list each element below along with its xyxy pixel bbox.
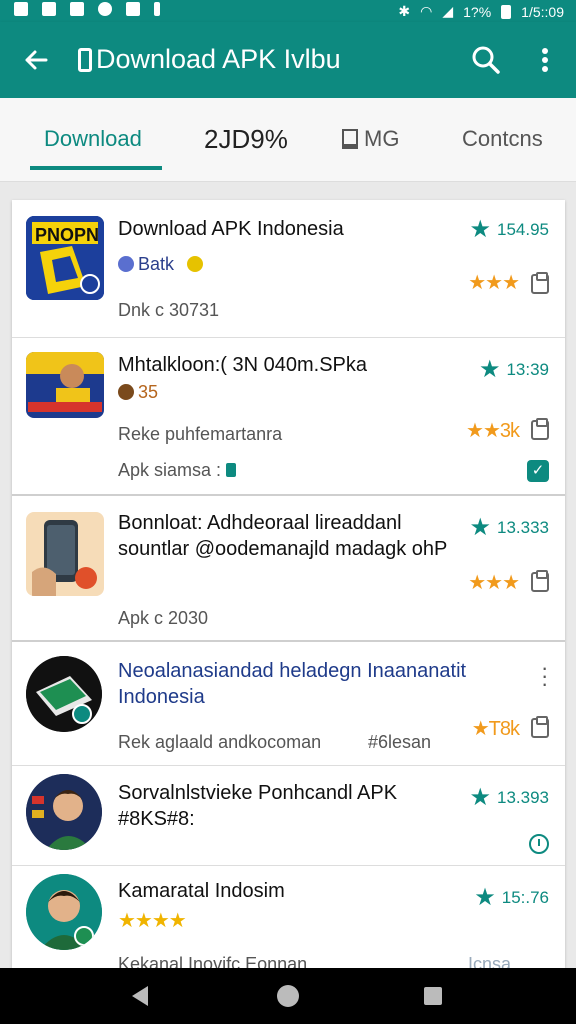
rating-value: 13:39 (506, 360, 549, 379)
app-rating: ★ 13.393 (469, 784, 549, 811)
active-tab-indicator (30, 166, 162, 170)
app-description: Rek aglaald andkocoman (118, 732, 322, 752)
app-rating: ★ 13.333 (469, 514, 549, 541)
app-bar: Download APK Ivlbu (0, 22, 576, 98)
battery-text: 1?% (463, 3, 492, 20)
app-title: Sorvalnlstvieke Ponhcandl APK #8KS#8: (118, 782, 398, 830)
chat-notification-icon (126, 2, 140, 16)
app-meta: Apk siamsa : (118, 460, 237, 481)
status-bar: ✱ ◠ ◢ 1?% 1/5::09 (0, 0, 576, 22)
app-icon (26, 874, 102, 950)
nav-recents-icon[interactable] (424, 987, 442, 1005)
app-icon (26, 656, 102, 732)
clipboard-icon[interactable] (531, 418, 549, 440)
battery-icon (501, 4, 512, 19)
list-item[interactable]: Sorvalnlstvieke Ponhcandl APK #8KS#8: ★ 1… (12, 766, 565, 866)
app-meta-text: Apk siamsa : (118, 460, 222, 480)
signal-icon: ◢ (442, 3, 454, 19)
more-options-icon[interactable] (530, 44, 560, 76)
app-icon (26, 352, 104, 418)
tab-download[interactable]: Download (44, 126, 142, 152)
star-icon: ★ (478, 356, 501, 383)
rating-value: 154.95 (497, 220, 549, 239)
app-description: Reke puhfemartanra (118, 424, 283, 444)
app-rating: ★ 154.95 (469, 216, 549, 243)
system-nav-bar (0, 968, 576, 1024)
app-publisher: 35 (118, 382, 158, 403)
bluetooth-icon: ✱ (398, 3, 411, 19)
clipboard-icon[interactable] (531, 272, 549, 294)
app-title: Bonnloat: Adhdeoraal lireaddanl sountlar… (118, 512, 448, 560)
clipboard-icon[interactable] (531, 716, 549, 738)
installed-check-icon[interactable]: ✓ (527, 460, 549, 482)
app-publisher: Batk (118, 254, 207, 275)
list-item[interactable]: Neoalanasiandad heladegn Inaananatit Ind… (12, 642, 565, 766)
app-icon (26, 512, 104, 596)
app-title: Kamaratal Indosim (118, 880, 285, 902)
wifi-icon: ◠ (420, 3, 433, 19)
messenger-notification-icon (98, 2, 112, 16)
app-list: PNOPN Download APK Indonesia Batk Dnk c … (12, 200, 565, 968)
app-meta: Icnsa (468, 954, 512, 968)
clipboard-icon[interactable] (531, 570, 549, 592)
svg-text:PNOPN: PNOPN (35, 225, 99, 245)
apk-file-icon (226, 463, 237, 477)
list-item[interactable]: Mhtalkloon:( 3N 040m.SPka 35 Reke puhfem… (12, 338, 565, 496)
app-icon (26, 774, 102, 850)
app-meta: Dnk c 30731 (118, 300, 220, 320)
nav-back-icon[interactable] (132, 986, 148, 1006)
page-title: Download APK Ivlbu (78, 44, 341, 75)
app-rating: ★ 15:.76 (474, 884, 549, 911)
publisher-name: 35 (138, 382, 159, 402)
list-item[interactable]: Bonnloat: Adhdeoraal lireaddanl sountlar… (12, 496, 565, 642)
star-icon: ★ (474, 884, 496, 911)
tab-mg[interactable]: MG (342, 126, 399, 152)
star-rating: ★★3k (466, 420, 520, 442)
app-title: Download APK Indonesia (118, 218, 344, 240)
tab-apk[interactable]: 2JD9% (204, 124, 288, 155)
publisher-icon (118, 384, 134, 400)
publisher-name: Batk (138, 254, 175, 274)
star-rating: ★★★★ (118, 910, 187, 932)
rating-value: 13.333 (497, 518, 549, 537)
star-rating: ★★★ (468, 572, 520, 594)
verified-badge-icon (187, 256, 204, 272)
nav-home-icon[interactable] (277, 985, 299, 1007)
app-description: Kekanal Inovifc Eonnan (118, 954, 308, 968)
timer-icon[interactable] (529, 834, 549, 854)
tab-mg-label: MG (364, 126, 400, 151)
page-title-text: Download APK Ivlbu (96, 44, 341, 74)
clock: 1/5::09 (521, 3, 564, 20)
gallery-notification-icon (14, 2, 28, 16)
app-icon: PNOPN (26, 216, 104, 300)
search-icon[interactable] (470, 44, 502, 76)
app-title: Mhtalkloon:( 3N 040m.SPka (118, 354, 368, 376)
usb-notification-icon (154, 2, 160, 16)
star-icon: ★ (469, 216, 491, 243)
tab-contents[interactable]: Contcns (462, 126, 543, 152)
star-icon: ★ (469, 784, 491, 811)
item-more-options-icon[interactable]: · · · (541, 657, 548, 695)
rating-value: 13.393 (497, 788, 549, 807)
publisher-icon (118, 256, 134, 272)
list-item[interactable]: PNOPN Download APK Indonesia Batk Dnk c … (12, 200, 565, 338)
app-rating: ★ 13:39 (478, 356, 549, 383)
star-rating: ★★★ (468, 272, 520, 294)
app-notification-icon (70, 2, 84, 16)
link-notification-icon (42, 2, 56, 16)
star-icon: ★ (469, 514, 491, 541)
app-title: Neoalanasiandad heladegn Inaananatit Ind… (118, 660, 467, 708)
rating-value: 15:.76 (501, 888, 549, 907)
lock-icon (78, 47, 92, 72)
bookmark-icon (342, 129, 358, 149)
back-arrow-icon[interactable] (20, 44, 52, 76)
app-meta: #6lesan (368, 732, 432, 752)
list-item[interactable]: Kamaratal Indosim ★★★★ Kekanal Inovifc E… (12, 866, 565, 968)
app-meta: Apk c 2030 (118, 608, 209, 628)
star-rating: ★T8k (471, 718, 520, 740)
